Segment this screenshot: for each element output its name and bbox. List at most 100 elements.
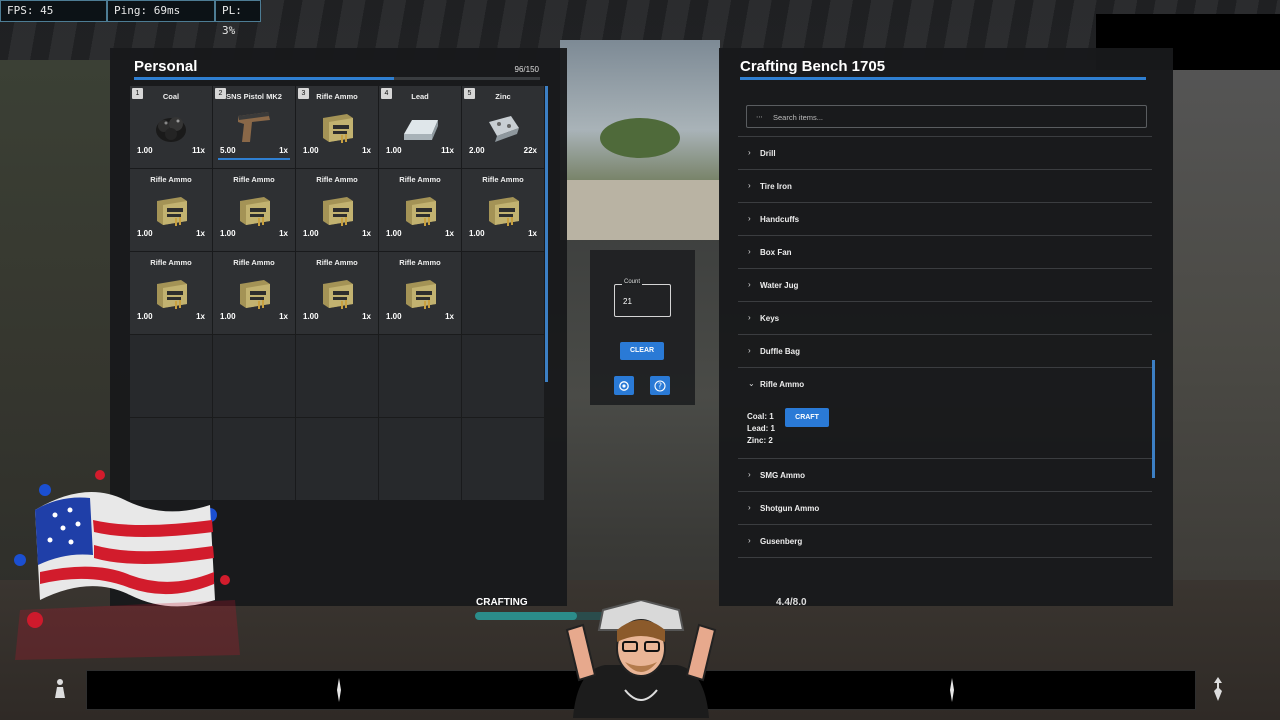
packet-loss-counter: PL: 3% — [215, 0, 261, 37]
recipe-row[interactable]: › Handcuffs — [738, 203, 1152, 236]
item-name: Rifle Ammo — [150, 175, 192, 184]
weight-bar-fill — [134, 77, 394, 80]
recipe-scrollbar[interactable] — [1152, 360, 1155, 478]
chevron-right-icon: › — [748, 247, 751, 256]
requirement: Coal: 1 — [747, 412, 774, 421]
recipe-name: Drill — [760, 149, 776, 158]
chevron-right-icon: › — [748, 470, 751, 479]
inventory-scrollbar[interactable] — [545, 86, 548, 382]
empty-inventory-slot[interactable] — [379, 335, 461, 417]
recipe-row[interactable]: › Duffle Bag — [738, 335, 1152, 368]
recipe-name: Rifle Ammo — [760, 380, 805, 389]
crafting-label: CRAFTING — [476, 597, 528, 608]
empty-inventory-slot[interactable] — [462, 335, 544, 417]
count-value: 21 — [623, 297, 632, 306]
recipe-name: SMG Ammo — [760, 471, 806, 480]
empty-inventory-slot[interactable] — [213, 335, 295, 417]
empty-inventory-slot[interactable] — [296, 418, 378, 500]
recipe-row[interactable]: › Shotgun Ammo — [738, 492, 1152, 525]
crafting-progress-fill — [475, 612, 578, 620]
chevron-right-icon: › — [748, 536, 751, 545]
empty-inventory-slot[interactable] — [130, 335, 212, 417]
chevron-right-icon: › — [748, 280, 751, 289]
count-label: Count — [622, 279, 643, 285]
ammo-box-icon — [151, 191, 191, 229]
inventory-slot[interactable]: 5 Zinc 2.00 22x — [462, 86, 544, 168]
zinc-icon — [483, 108, 523, 146]
recipe-name: Handcuffs — [760, 215, 800, 224]
craft-button[interactable]: CRAFT — [785, 408, 829, 427]
ammo-box-icon — [317, 108, 357, 146]
item-name: Rifle Ammo — [482, 175, 524, 184]
inventory-weight: 96/150 — [514, 65, 539, 74]
inventory-slot[interactable]: Rifle Ammo 1.00 1x — [130, 252, 212, 334]
help-button[interactable]: ? — [650, 376, 670, 395]
inventory-slot[interactable]: 2 SNS Pistol MK2 5.00 1x — [213, 86, 295, 168]
item-name: Zinc — [495, 92, 511, 101]
inventory-grid: 1 Coal 1.00 11x 2 SNS Pistol MK2 5.00 1x 3 Rifle … — [130, 86, 544, 500]
chevron-right-icon: › — [748, 214, 751, 223]
background-tree — [600, 118, 680, 158]
streamer-avatar — [565, 600, 717, 718]
recipe-row[interactable]: › Tire Iron — [738, 170, 1152, 203]
personal-title: Personal — [134, 58, 198, 75]
empty-inventory-slot[interactable] — [296, 335, 378, 417]
requirement: Zinc: 2 — [747, 436, 773, 445]
question-icon: ? — [654, 379, 666, 392]
item-quantity: 11x — [441, 146, 454, 155]
recipe-row[interactable]: › Water Jug — [738, 269, 1152, 302]
recipe-row[interactable]: ›Hammer and Wire Cutter — [738, 130, 1152, 137]
chevron-down-icon: ⌄ — [748, 379, 755, 388]
inventory-slot[interactable]: 4 Lead 1.00 11x — [379, 86, 461, 168]
recipe-row[interactable]: › Keys — [738, 302, 1152, 335]
recipe-row[interactable]: ⌄ Rifle Ammo Coal: 1 Lead: 1 Zinc: 2 CRAFT — [738, 368, 1152, 459]
recipe-row[interactable]: › Box Fan — [738, 236, 1152, 269]
inventory-slot[interactable]: Rifle Ammo 1.00 1x — [213, 169, 295, 251]
settings-button[interactable] — [614, 376, 634, 395]
item-quantity: 22x — [523, 146, 537, 155]
network-stats: FPS: 45 Ping: 69ms PL: 3% — [0, 0, 261, 37]
item-name: Rifle Ammo — [150, 258, 192, 267]
inventory-slot[interactable]: Rifle Ammo 1.00 1x — [462, 169, 544, 251]
inventory-slot[interactable]: Rifle Ammo 1.00 1x — [296, 252, 378, 334]
item-quantity: 1x — [362, 146, 371, 155]
count-input[interactable]: Count 21 — [614, 279, 671, 317]
chevron-right-icon: › — [748, 313, 751, 322]
ping-counter: Ping: 69ms — [107, 0, 215, 22]
recipe-row[interactable]: › SMG Ammo — [738, 459, 1152, 492]
ammo-box-icon — [151, 274, 191, 312]
ammo-box-icon — [317, 274, 357, 312]
ammo-box-icon — [317, 191, 357, 229]
search-input[interactable]: ⋯ Search items... — [746, 105, 1147, 128]
coal-icon — [151, 108, 191, 146]
item-weight: 1.00 — [137, 146, 153, 155]
item-name: Rifle Ammo — [316, 92, 358, 101]
inventory-slot[interactable]: Rifle Ammo 1.00 1x — [296, 169, 378, 251]
empty-inventory-slot[interactable] — [462, 418, 544, 500]
empty-inventory-slot[interactable] — [462, 252, 544, 334]
ammo-box-icon — [400, 191, 440, 229]
item-weight: 1.00 — [137, 312, 153, 321]
item-quantity: 1x — [279, 146, 288, 155]
inventory-slot[interactable]: Rifle Ammo 1.00 1x — [379, 252, 461, 334]
item-quantity: 1x — [362, 312, 371, 321]
empty-inventory-slot[interactable] — [379, 418, 461, 500]
count-panel: Count 21 CLEAR ? — [590, 250, 695, 405]
item-quantity: 11x — [192, 146, 205, 155]
inventory-slot[interactable]: 3 Rifle Ammo 1.00 1x — [296, 86, 378, 168]
inventory-slot[interactable]: Rifle Ammo 1.00 1x — [130, 169, 212, 251]
inventory-slot[interactable]: Rifle Ammo 1.00 1x — [379, 169, 461, 251]
recipe-row[interactable]: › Drill — [738, 137, 1152, 170]
inventory-slot[interactable]: Rifle Ammo 1.00 1x — [213, 252, 295, 334]
recipe-name: Shotgun Ammo — [760, 504, 820, 513]
ammo-box-icon — [483, 191, 523, 229]
item-weight: 1.00 — [303, 146, 319, 155]
item-name: SNS Pistol MK2 — [226, 92, 282, 101]
background-right-wall — [1170, 60, 1280, 620]
item-weight: 1.00 — [469, 229, 485, 238]
chevron-right-icon: › — [748, 503, 751, 512]
item-quantity: 1x — [279, 229, 288, 238]
recipe-row[interactable]: › Gusenberg — [738, 525, 1152, 558]
clear-button[interactable]: CLEAR — [620, 342, 664, 360]
inventory-slot[interactable]: 1 Coal 1.00 11x — [130, 86, 212, 168]
